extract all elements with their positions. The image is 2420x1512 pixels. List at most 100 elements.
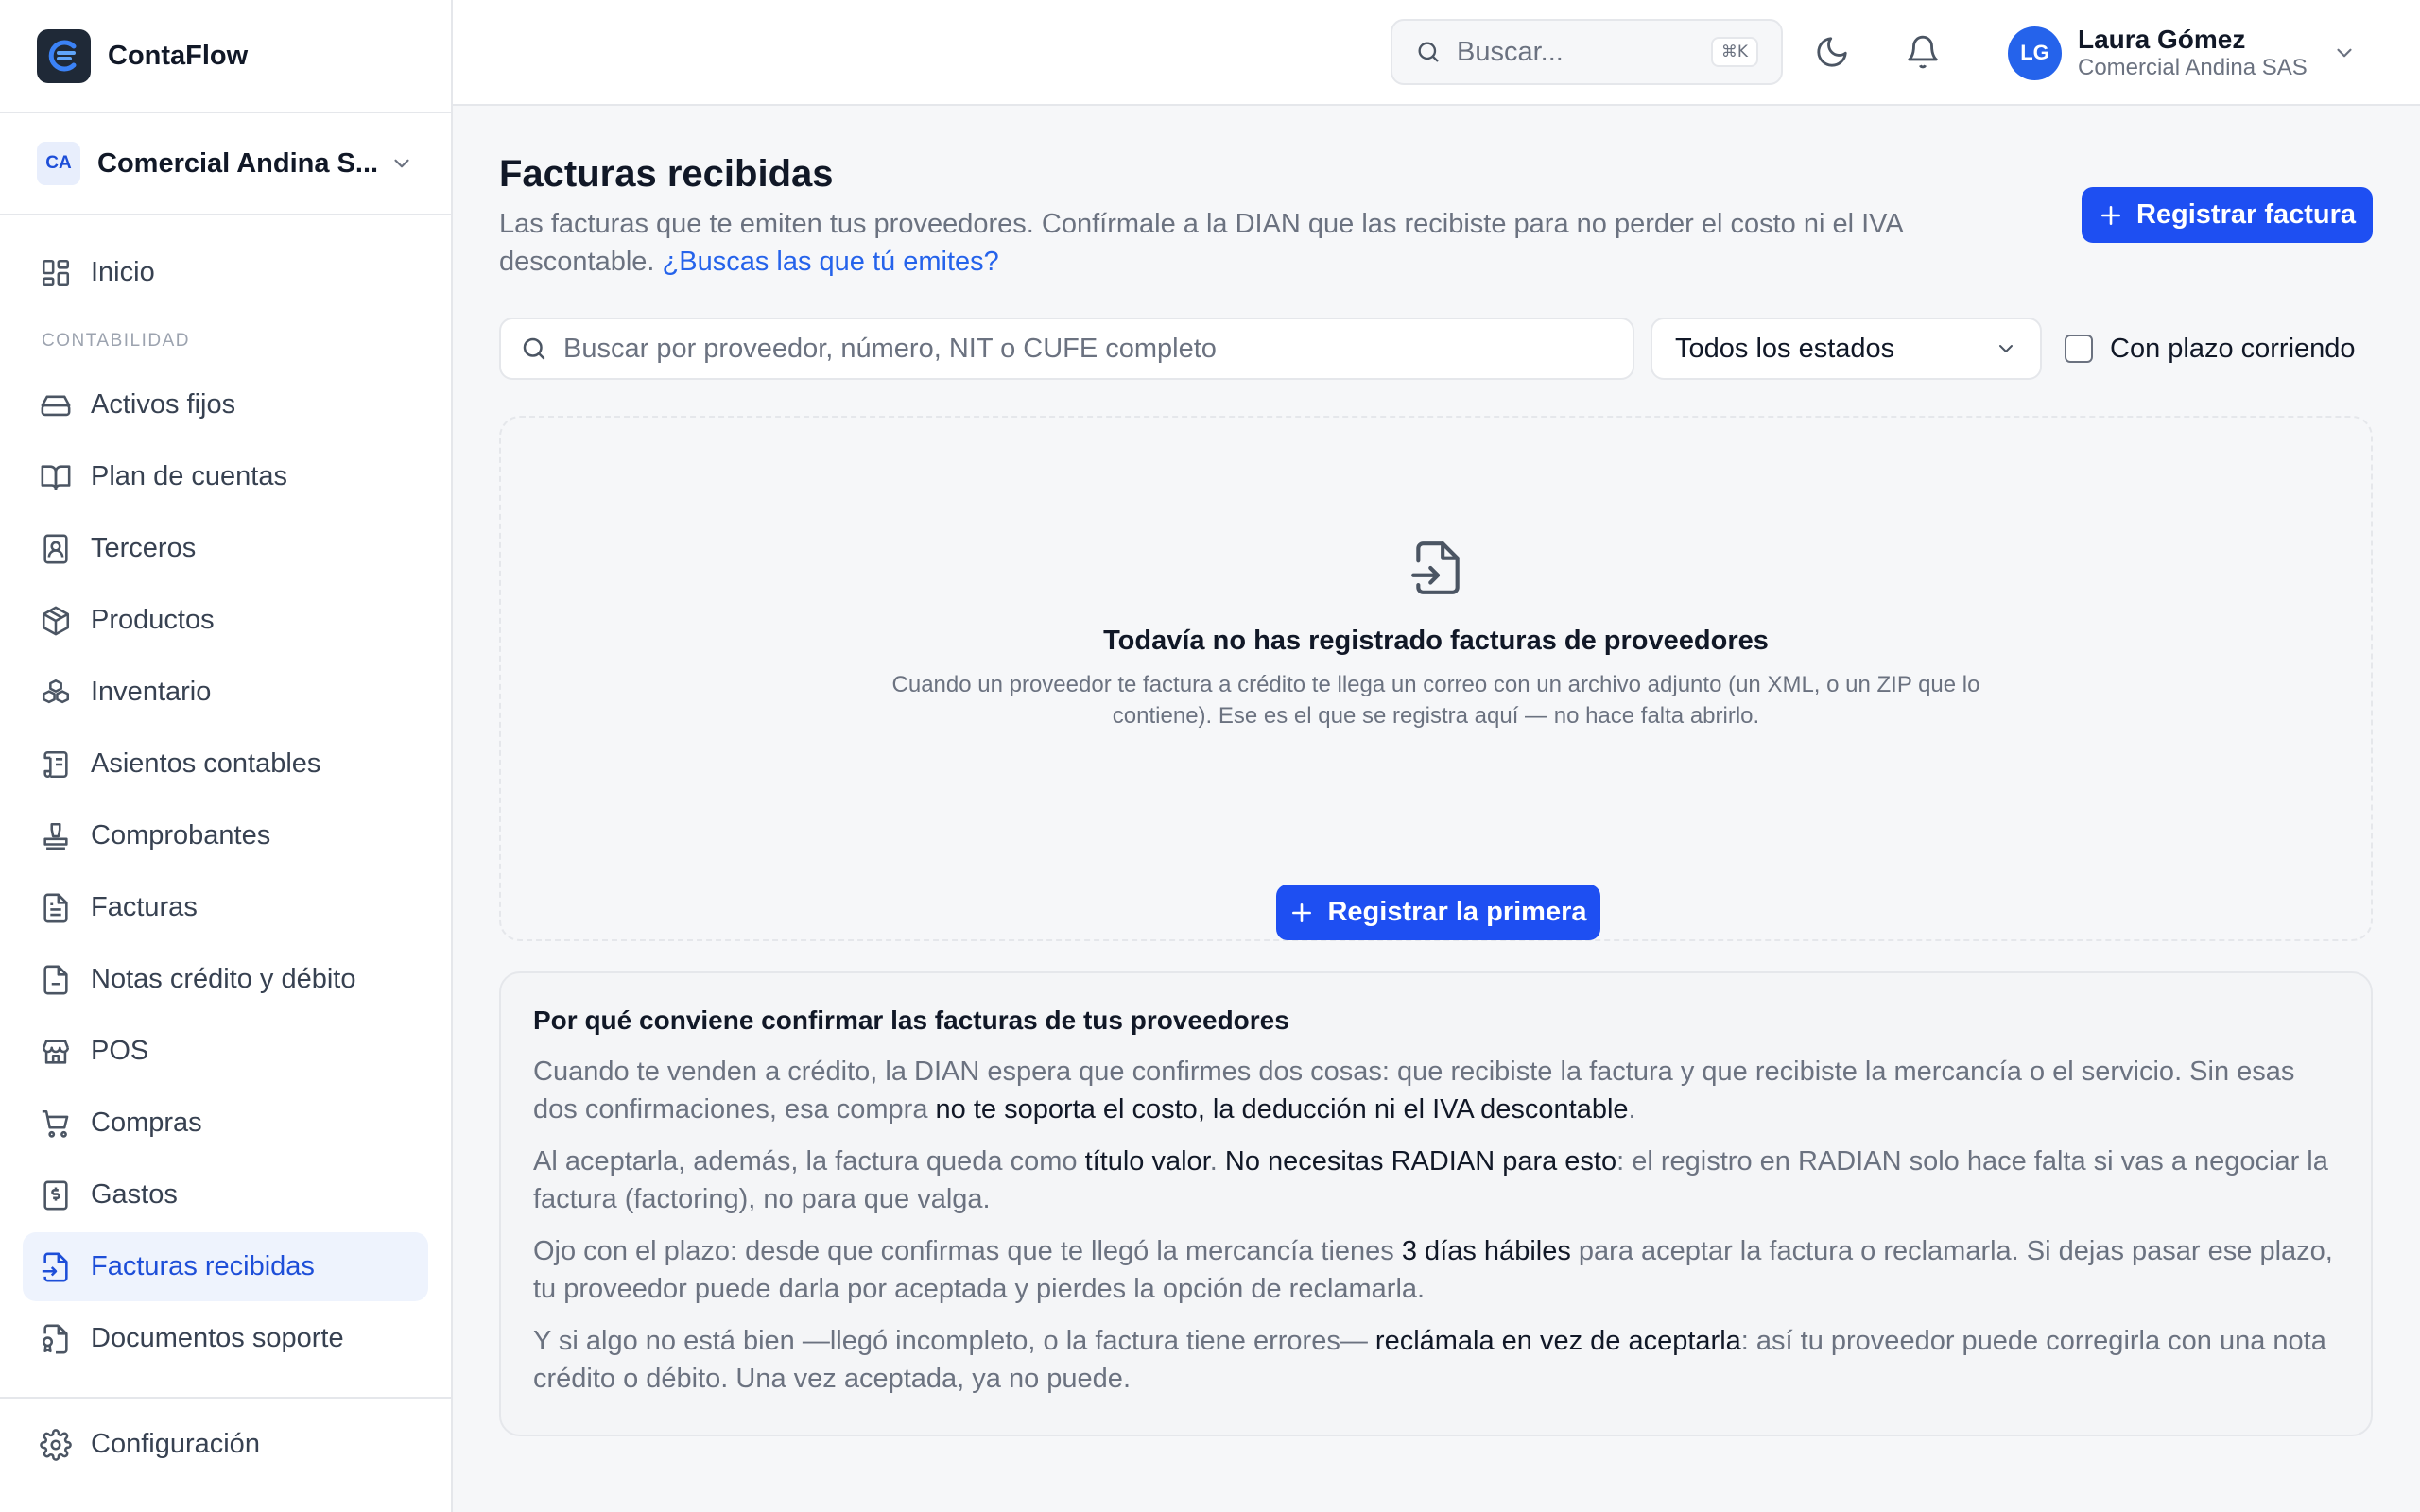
receipt-icon (43, 1180, 68, 1210)
info-text: Y si algo no está bien —llegó incompleto… (533, 1326, 1375, 1356)
invoice-search-placeholder: Buscar por proveedor, número, NIT o CUFE… (563, 333, 1217, 364)
file-icon (43, 965, 68, 994)
sidebar-item-label: Activos fijos (91, 389, 236, 420)
sidebar-item-label: Comprobantes (91, 820, 271, 850)
company-badge: CA (37, 142, 80, 185)
invoice-search-input[interactable]: Buscar por proveedor, número, NIT o CUFE… (499, 318, 1634, 380)
sidebar-item-notas-credito-debito[interactable]: Notas crédito y débito (23, 945, 428, 1014)
company-name: Comercial Andina S... (97, 147, 379, 179)
avatar: LG (2008, 26, 2062, 80)
sidebar-item-asientos-contables[interactable]: Asientos contables (23, 730, 428, 799)
sidebar-item-plan-de-cuentas[interactable]: Plan de cuentas (23, 442, 428, 511)
book-open-icon (41, 464, 71, 490)
info-emphasis: reclámala en vez de aceptarla (1374, 1326, 1741, 1356)
sidebar-item-label: Facturas (91, 892, 198, 922)
running-deadline-checkbox[interactable] (2065, 335, 2093, 363)
sidebar-item-facturas-recibidas[interactable]: Facturas recibidas (23, 1232, 428, 1301)
info-paragraph: Y si algo no está bien —llegó incompleto… (533, 1322, 2339, 1398)
sidebar-item-label: Facturas recibidas (91, 1251, 315, 1281)
chevron-down-icon (394, 159, 409, 168)
chevron-down-icon (2337, 48, 2352, 58)
sidebar-item-inicio[interactable]: Inicio (23, 238, 428, 307)
info-emphasis: no te soporta el costo, la deducción ni … (935, 1094, 1629, 1125)
sidebar-item-label: Configuración (91, 1429, 260, 1459)
scroll-icon (43, 750, 68, 778)
sidebar-item-label: Compras (91, 1108, 202, 1138)
package-icon (42, 606, 70, 635)
sidebar-item-pos[interactable]: POS (23, 1017, 428, 1086)
sidebar: ContaFlow CA Comercial Andina S... Inici… (0, 0, 453, 1512)
file-input-icon (42, 1252, 68, 1281)
sidebar-item-label: Inventario (91, 677, 212, 707)
page-subtitle: Las facturas que te emiten tus proveedor… (499, 205, 1974, 281)
sidebar-item-documentos-soporte[interactable]: Documentos soporte (23, 1304, 428, 1373)
sidebar-item-label: POS (91, 1036, 149, 1066)
sidebar-item-facturas[interactable]: Facturas (23, 873, 428, 942)
empty-state-title: Todavía no has registrado facturas de pr… (1103, 626, 1769, 656)
bell-icon (1908, 35, 1938, 69)
sidebar-item-label: Documentos soporte (91, 1323, 344, 1353)
empty-state: Todavía no has registrado facturas de pr… (499, 416, 2373, 941)
issued-invoices-link[interactable]: ¿Buscas las que tú emites? (663, 247, 999, 277)
info-text: . (1628, 1094, 1636, 1125)
chevron-down-icon (1999, 345, 2013, 352)
register-invoice-label: Registrar factura (2135, 199, 2357, 230)
app-name: ContaFlow (108, 40, 249, 71)
user-name: Laura Gómez (2078, 25, 2246, 54)
search-icon (523, 337, 545, 360)
sidebar-item-label: Productos (91, 605, 215, 635)
user-company: Comercial Andina SAS (2078, 55, 2308, 80)
sidebar-section-label: CONTABILIDAD (42, 331, 191, 351)
file-text-icon (43, 893, 68, 922)
moon-icon (1817, 37, 1847, 67)
running-deadline-label: Con plazo corriendo (2110, 333, 2356, 364)
info-text: Ojo con el plazo: desde que confirmas qu… (533, 1236, 1402, 1266)
gear-icon (40, 1428, 72, 1461)
filters-bar: Buscar por proveedor, número, NIT o CUFE… (499, 318, 2373, 380)
empty-state-text: Cuando un proveedor te factura a crédito… (891, 672, 1980, 729)
sidebar-nav: Inicio CONTABILIDAD Activos fijos Plan d… (0, 215, 451, 1373)
page-title: Facturas recibidas (499, 153, 834, 195)
register-invoice-button[interactable]: Registrar factura (2082, 187, 2373, 243)
topbar: Buscar... ⌘K LG Laura Gómez Comercial An… (453, 0, 2420, 106)
status-select-value: Todos los estados (1675, 333, 1895, 364)
search-shortcut: ⌘K (1710, 37, 1758, 67)
info-paragraph: Al aceptarla, además, la factura queda c… (533, 1143, 2339, 1218)
notifications-button[interactable] (1905, 34, 1941, 70)
brand[interactable]: ContaFlow (0, 0, 451, 113)
sidebar-item-gastos[interactable]: Gastos (23, 1160, 428, 1229)
contact-icon (43, 534, 68, 563)
global-search-placeholder: Buscar... (1457, 36, 1564, 67)
sidebar-item-compras[interactable]: Compras (23, 1089, 428, 1158)
sidebar-item-activos-fijos[interactable]: Activos fijos (23, 370, 428, 439)
boxes-icon (42, 679, 70, 703)
register-first-label: Registrar la primera (1327, 897, 1587, 927)
status-select[interactable]: Todos los estados (1651, 318, 2042, 380)
sidebar-item-label: Asientos contables (91, 748, 321, 779)
sidebar-item-productos[interactable]: Productos (23, 586, 428, 655)
sidebar-item-label: Gastos (91, 1179, 178, 1210)
sidebar-item-terceros[interactable]: Terceros (23, 514, 428, 583)
contaflow-logo-icon (37, 28, 91, 83)
hard-drive-icon (41, 395, 71, 416)
running-deadline-filter[interactable]: Con plazo corriendo (2065, 318, 2356, 380)
search-icon (1418, 42, 1439, 62)
file-input-icon (1411, 541, 1460, 594)
info-paragraph: Ojo con el plazo: desde que confirmas qu… (533, 1232, 2339, 1308)
plus-icon (2100, 205, 2120, 225)
global-search-input[interactable]: Buscar... ⌘K (1391, 19, 1783, 85)
sidebar-item-label: Terceros (91, 533, 197, 563)
sidebar-item-configuracion[interactable]: Configuración (23, 1410, 428, 1479)
theme-toggle-button[interactable] (1814, 34, 1850, 70)
sidebar-item-inventario[interactable]: Inventario (23, 658, 428, 727)
info-emphasis: título valor (1084, 1146, 1210, 1177)
company-switcher[interactable]: CA Comercial Andina S... (0, 113, 451, 215)
user-menu[interactable]: LG Laura Gómez Comercial Andina SAS (2008, 25, 2357, 81)
cart-icon (42, 1109, 69, 1138)
info-paragraph: Cuando te venden a crédito, la DIAN espe… (533, 1053, 2339, 1128)
sidebar-item-comprobantes[interactable]: Comprobantes (23, 801, 428, 870)
sidebar-item-label: Inicio (91, 257, 155, 287)
info-title: Por qué conviene confirmar las facturas … (533, 1005, 1289, 1035)
register-first-button[interactable]: Registrar la primera (1276, 885, 1600, 940)
sidebar-item-label: Plan de cuentas (91, 461, 287, 491)
